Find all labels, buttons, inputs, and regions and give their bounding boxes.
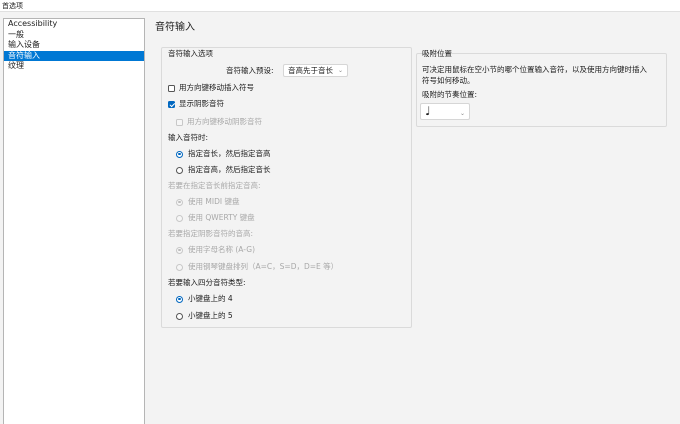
window-title: 首选项 [2, 2, 23, 10]
use-midi-radio [176, 198, 183, 206]
use-midi-row: 使用 MIDI 键盘 [176, 197, 239, 207]
quarter-note-icon: ♩ [425, 104, 431, 118]
use-qwerty-row: 使用 QWERTY 键盘 [176, 213, 255, 223]
page-title: 音符输入 [155, 22, 195, 33]
note-input-options-title: 音符输入选项 [168, 49, 213, 58]
key-5-row[interactable]: 小键盘上的 5 [176, 311, 233, 321]
use-letter-names-radio [176, 246, 183, 254]
key-4-row[interactable]: 小键盘上的 4 [176, 294, 233, 304]
key-4-label: 小键盘上的 4 [188, 294, 233, 303]
chevron-down-icon: ⌄ [459, 110, 465, 117]
snap-position-title: 吸附位置 [422, 49, 452, 58]
sidebar-list[interactable]: Accessibility 一般 输入设备 音符输入 纹理 [3, 18, 145, 424]
move-with-arrows-label: 用方向键移动插入符号 [179, 83, 254, 92]
duration-then-pitch-row[interactable]: 指定音长，然后指定音高 [176, 149, 271, 159]
quarter-note-heading: 若要输入四分音符类型: [168, 278, 246, 287]
use-letter-names-row: 使用字母名称 (A-G) [176, 245, 255, 255]
pitch-then-duration-row[interactable]: 指定音高，然后指定音长 [176, 165, 271, 175]
when-entering-heading: 输入音符时: [168, 133, 209, 142]
rhythm-position-label: 吸附的节奏位置: [422, 90, 478, 99]
specify-pitch-heading: 若要在指定音长前指定音高: [168, 181, 261, 190]
use-piano-layout-row: 使用钢琴键盘排列（A=C，S=D，D=E 等） [176, 262, 338, 272]
sidebar-item-input-devices[interactable]: 输入设备 [4, 40, 144, 51]
chevron-down-icon: ⌄ [337, 67, 343, 74]
show-shadow-note-label: 显示阴影音符 [179, 99, 224, 108]
preset-value: 音高先于音长 [288, 66, 333, 75]
snap-description-line2: 符号如何移动。 [422, 76, 475, 85]
sidebar-item-accessibility[interactable]: Accessibility [4, 19, 144, 30]
use-qwerty-label: 使用 QWERTY 键盘 [188, 213, 255, 222]
key-5-label: 小键盘上的 5 [188, 311, 233, 320]
show-shadow-note-checkbox[interactable] [168, 100, 175, 108]
pitch-then-duration-radio[interactable] [176, 166, 183, 174]
use-midi-label: 使用 MIDI 键盘 [188, 197, 240, 206]
move-with-arrows-row[interactable]: 用方向键移动插入符号 [168, 83, 254, 93]
show-shadow-note-row[interactable]: 显示阴影音符 [168, 99, 224, 109]
preset-row: 音符输入预设: [226, 66, 274, 76]
duration-then-pitch-label: 指定音长，然后指定音高 [188, 149, 271, 158]
move-shadow-row: 用方向键移动阴影音符 [176, 117, 262, 127]
preset-dropdown[interactable]: 音高先于音长 ⌄ [283, 64, 348, 77]
sidebar-item-texture[interactable]: 纹理 [4, 61, 144, 72]
preset-label: 音符输入预设: [226, 66, 274, 75]
use-letter-names-label: 使用字母名称 (A-G) [188, 245, 255, 254]
sidebar-item-general[interactable]: 一般 [4, 30, 144, 41]
move-shadow-checkbox [176, 118, 183, 126]
key-4-radio[interactable] [176, 295, 183, 303]
snap-description-line1: 可决定用鼠标在空小节的哪个位置输入音符，以及使用方向键时插入 [422, 65, 647, 74]
move-with-arrows-checkbox[interactable] [168, 84, 175, 92]
rhythm-position-dropdown[interactable]: ♩ ⌄ [420, 103, 470, 120]
use-qwerty-radio [176, 214, 183, 222]
pitch-then-duration-label: 指定音高，然后指定音长 [188, 165, 271, 174]
move-shadow-label: 用方向键移动阴影音符 [187, 117, 262, 126]
sidebar-item-note-input[interactable]: 音符输入 [4, 50, 144, 61]
duration-then-pitch-radio[interactable] [176, 150, 183, 158]
window-titlebar: 首选项 [0, 0, 680, 12]
use-piano-layout-label: 使用钢琴键盘排列（A=C，S=D，D=E 等） [188, 262, 339, 271]
key-5-radio[interactable] [176, 312, 183, 320]
use-piano-layout-radio [176, 263, 183, 271]
shadow-pitch-heading: 若要指定阴影音符的音高: [168, 229, 254, 238]
